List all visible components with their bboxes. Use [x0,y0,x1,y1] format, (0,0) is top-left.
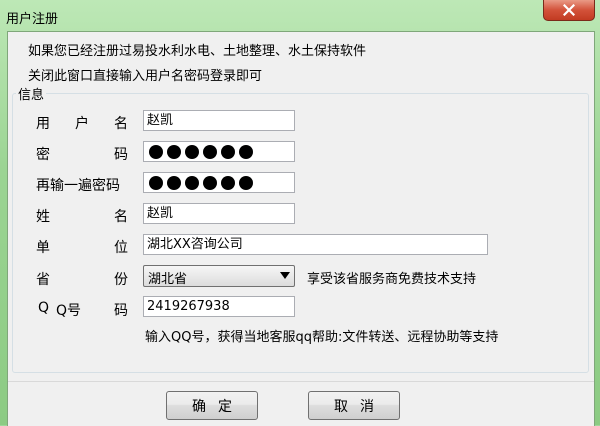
mask-dot [185,144,199,159]
mask-dot [149,175,163,190]
mask-dot [221,144,235,159]
dialog-body: 如果您已经注册过易投水利水电、土地整理、水土保持软件 关闭此窗口直接输入用户名密… [7,31,595,426]
notice-line-2: 关闭此窗口直接输入用户名密码登录即可 [28,69,263,84]
mask-dot [203,144,217,159]
cancel-button[interactable]: 取消 [308,391,400,420]
confirm-password-label: 再输一遍密码 [36,178,120,194]
password-input[interactable] [143,141,295,162]
qq-label-char: Q号 [56,303,82,319]
username-input[interactable]: 赵凯 [143,110,295,131]
username-label-char: 名 [114,116,128,132]
qq-label-char: 码 [114,303,128,319]
ok-button[interactable]: 确定 [166,391,258,420]
info-group-label: 信息 [16,84,47,103]
title-bar[interactable]: 用户注册 [0,0,600,30]
window-title: 用户注册 [6,12,59,27]
mask-dot [239,175,253,190]
username-label-char: 用 [36,116,50,132]
close-icon [563,4,575,16]
company-label-char: 单 [36,240,50,256]
password-label: 密 码 [36,144,128,164]
mask-dot [239,144,253,159]
confirm-password-input[interactable] [143,172,295,193]
mask-dot [167,144,181,159]
company-input[interactable]: 湖北XX咨询公司 [143,234,488,255]
qq-hint: 输入QQ号，获得当地客服qq帮助:文件转送、远程协助等支持 [145,330,499,345]
chevron-down-icon [280,272,290,279]
close-button[interactable] [543,0,595,21]
name-label-char: 名 [114,209,128,225]
name-label-char: 姓 [36,209,50,225]
qq-label-char: Q [38,300,50,316]
province-select-value: 湖北省 [148,272,188,287]
province-select[interactable]: 湖北省 [143,265,295,287]
name-input[interactable]: 赵凯 [143,203,295,224]
mask-dot [167,175,181,190]
username-label: 用 户 名 [36,113,128,133]
confirm-password-mask [147,174,291,191]
company-label: 单 位 [36,237,128,257]
mask-dot [221,175,235,190]
company-label-char: 位 [114,240,128,256]
province-label-char: 省 [36,272,50,288]
notice-line-1: 如果您已经注册过易投水利水电、土地整理、水土保持软件 [28,44,367,59]
registration-window: 用户注册 如果您已经注册过易投水利水电、土地整理、水土保持软件 关闭此窗口直接输… [0,0,600,426]
province-hint: 享受该省服务商免费技术支持 [307,272,477,287]
divider [8,381,594,382]
name-label: 姓 名 [36,206,128,226]
province-label-char: 份 [114,272,128,288]
password-label-char: 码 [114,147,128,163]
username-label-char: 户 [75,116,89,132]
province-label: 省 份 [36,269,128,289]
qq-input[interactable]: 2419267938 [143,296,295,317]
mask-dot [185,175,199,190]
password-label-char: 密 [36,147,50,163]
mask-dot [203,175,217,190]
password-mask [147,143,291,160]
mask-dot [149,144,163,159]
